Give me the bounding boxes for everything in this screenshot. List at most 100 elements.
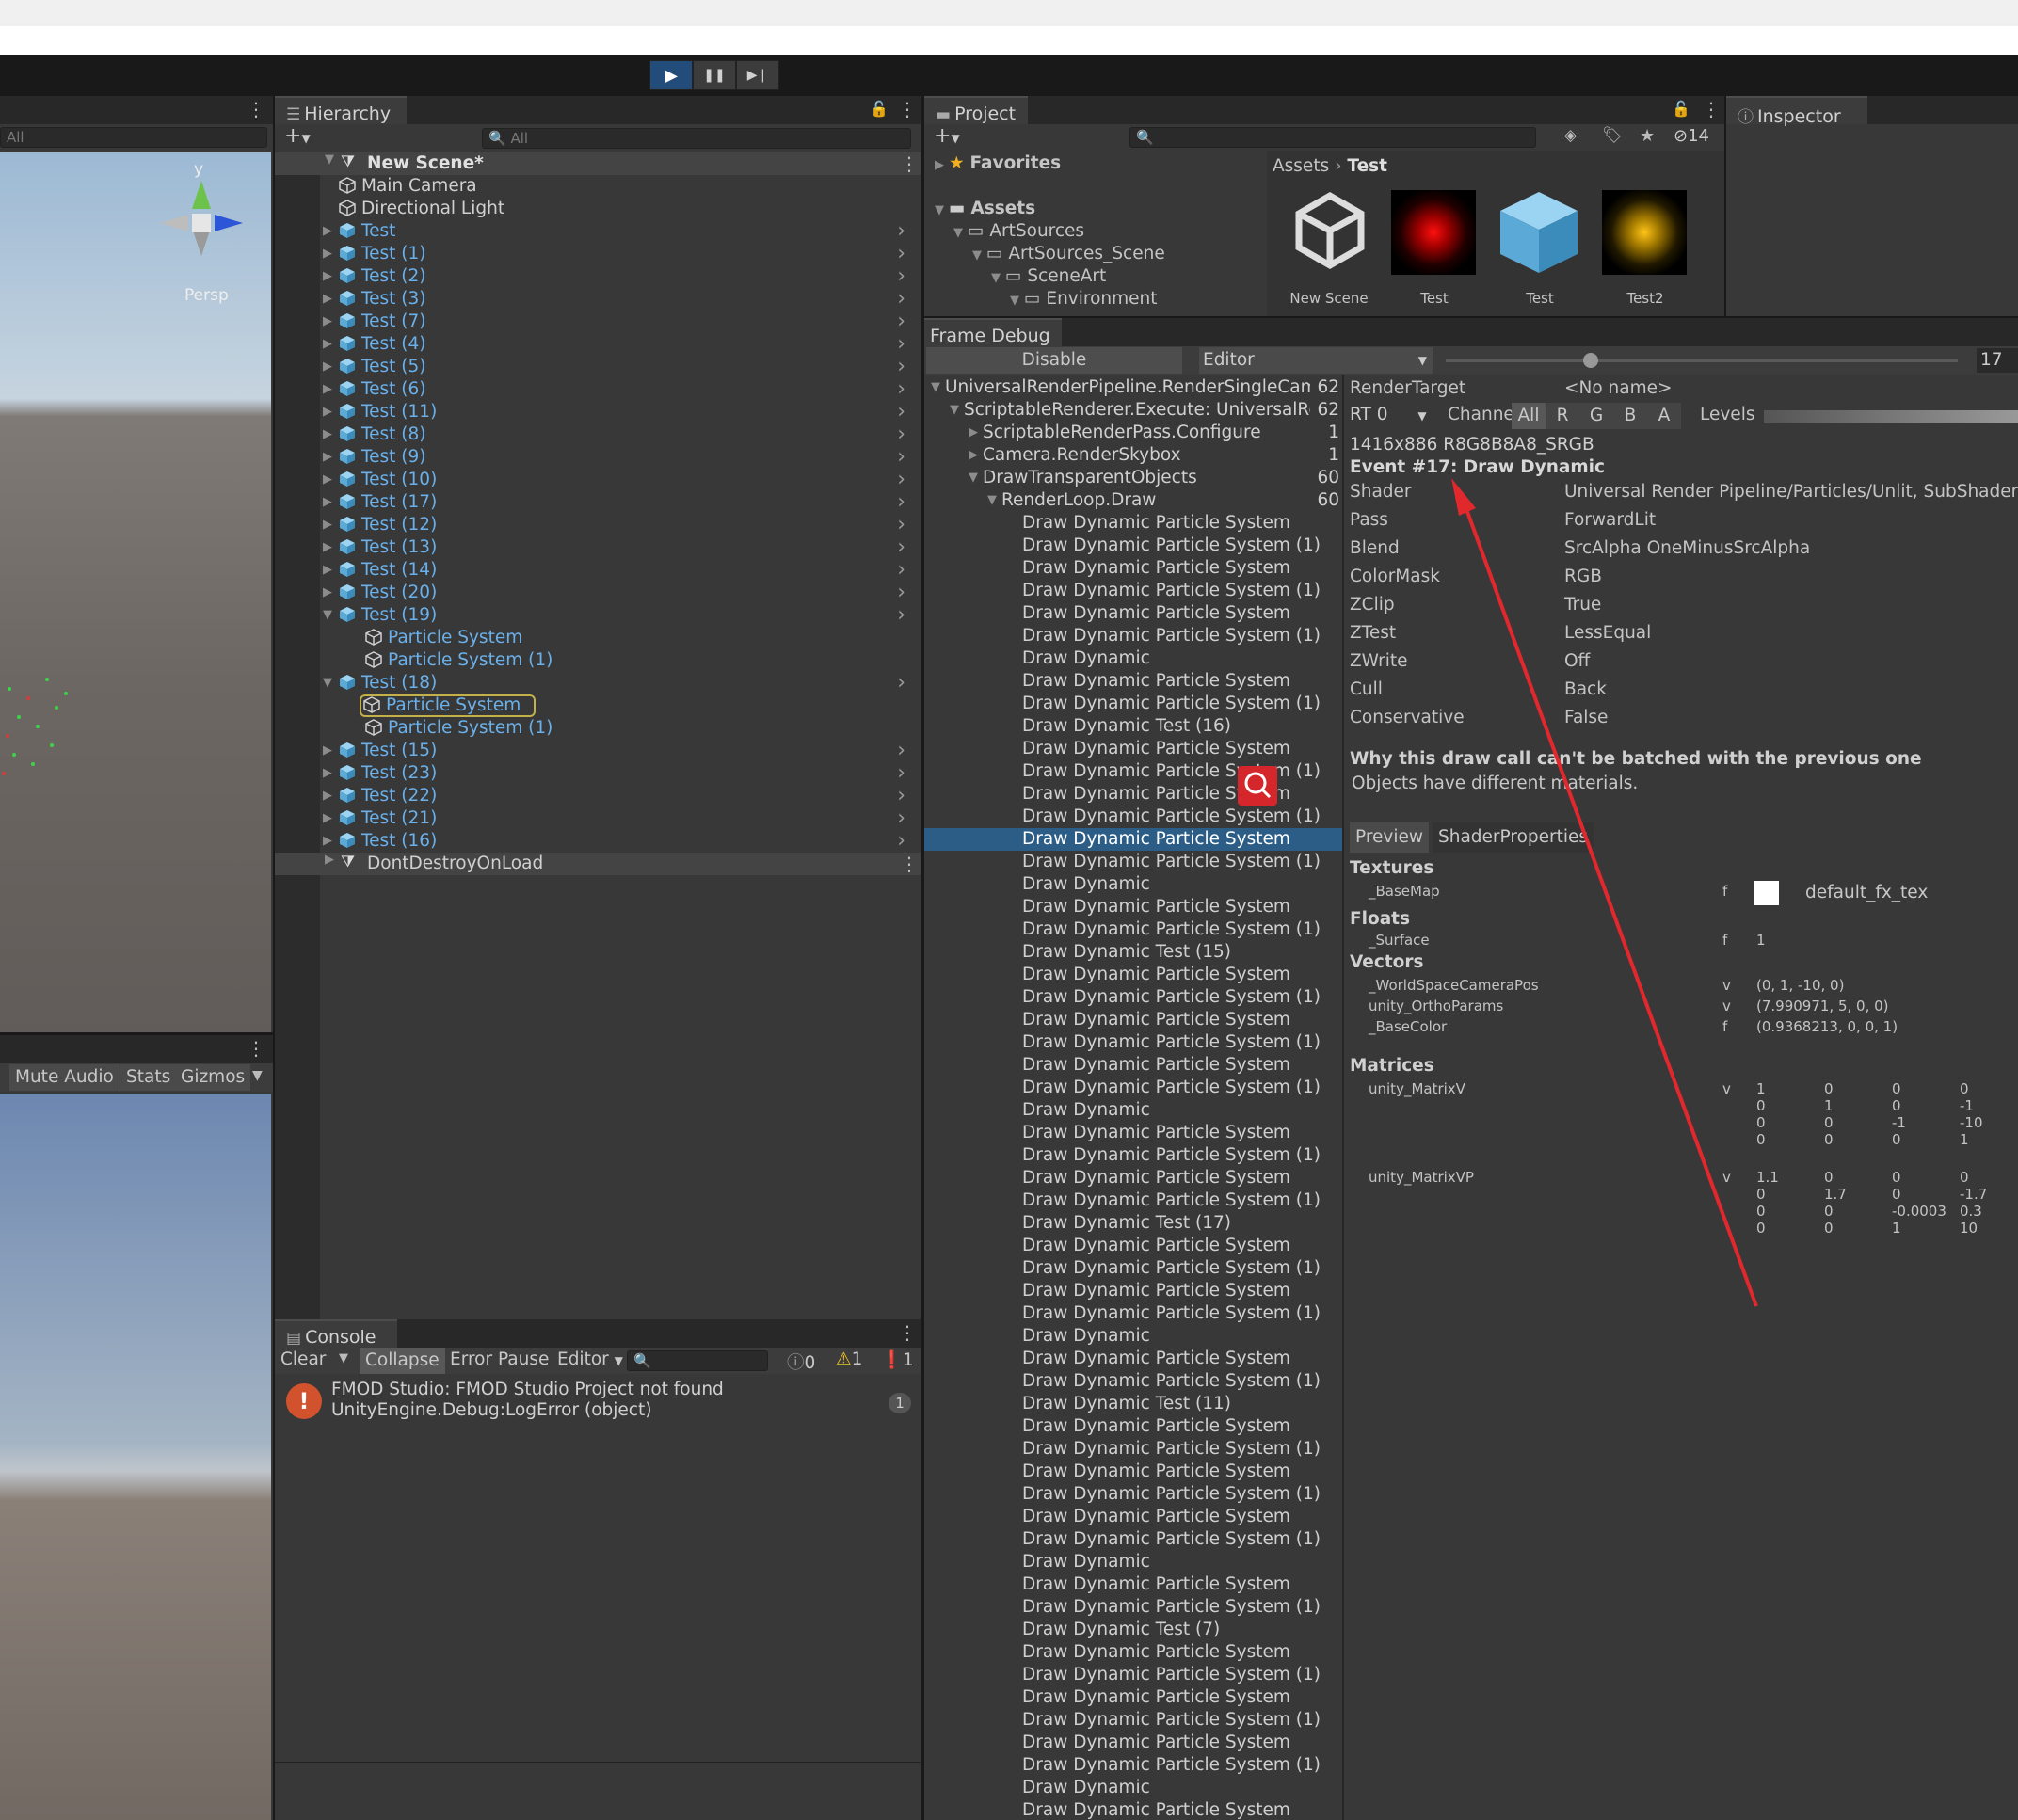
search-by-type-icon[interactable]: ◈ (1564, 126, 1577, 145)
draw-call-item[interactable]: Draw Dynamic Particle System (1) (924, 1483, 1342, 1506)
draw-call-item[interactable]: Draw Dynamic Particle System (924, 1506, 1342, 1528)
open-prefab-chevron-icon[interactable]: › (897, 514, 905, 536)
expand-arrow-icon[interactable]: ▶ (318, 401, 337, 423)
expand-arrow-icon[interactable]: ▼ (926, 376, 945, 399)
draw-call-item[interactable]: Draw Dynamic Particle System (1) (924, 1528, 1342, 1551)
lock-icon[interactable]: 🔓 (870, 100, 889, 118)
editor-dropdown[interactable]: Editor ▼ (557, 1349, 623, 1369)
draw-call-item[interactable]: Draw Dynamic Particle System (1) (924, 535, 1342, 557)
draw-call-item[interactable]: Draw Dynamic Particle System (924, 1054, 1342, 1077)
expand-arrow-icon[interactable]: ▶ (964, 444, 983, 467)
dont-destroy-expand-arrow[interactable]: ▶ (320, 853, 339, 867)
hierarchy-item[interactable]: ▶ Test (11) › (275, 401, 915, 423)
frame-event-group[interactable]: ▶ Camera.RenderSkybox 1 (924, 444, 1342, 467)
disable-button[interactable]: Disable (926, 347, 1182, 374)
frame-event-group[interactable]: ▼ ScriptableRenderer.Execute: UniversalRe… (924, 399, 1342, 422)
scene-viewport[interactable]: y Persp (0, 152, 271, 1032)
draw-call-item[interactable]: Draw Dynamic Particle System (924, 557, 1342, 580)
expand-arrow-icon[interactable]: ▶ (318, 333, 337, 356)
breadcrumb-test[interactable]: Test (1347, 156, 1387, 176)
tab-inspector[interactable]: ⓘ Inspector (1726, 96, 1867, 127)
favorites-row[interactable]: ▶ ★ Favorites (930, 152, 1061, 175)
hierarchy-scene-row[interactable]: ▼ ⧩ New Scene* ⋮ (275, 152, 921, 175)
open-prefab-chevron-icon[interactable]: › (897, 333, 905, 356)
hierarchy-item[interactable]: Particle System (275, 694, 915, 717)
open-prefab-chevron-icon[interactable]: › (897, 446, 905, 469)
frame-event-group[interactable]: ▼ DrawTransparentObjects 60 (924, 467, 1342, 489)
draw-call-item[interactable]: Draw Dynamic (924, 873, 1342, 896)
draw-call-item[interactable]: Draw Dynamic Particle System (924, 1799, 1342, 1820)
draw-call-item[interactable]: Draw Dynamic Particle System (924, 964, 1342, 986)
open-prefab-chevron-icon[interactable]: › (897, 785, 905, 807)
expand-arrow-icon[interactable]: ▶ (318, 243, 337, 265)
favorite-star-icon[interactable]: ★ (1640, 126, 1655, 146)
draw-call-item[interactable]: Draw Dynamic Particle System (1) (924, 625, 1342, 647)
expand-arrow-icon[interactable]: ▶ (318, 469, 337, 491)
tree-folder-environment[interactable]: ▼ ▭ Environment (1005, 288, 1158, 311)
draw-call-item[interactable]: Draw Dynamic Particle System (1) (924, 760, 1342, 783)
project-search-input[interactable]: 🔍 (1129, 127, 1536, 148)
hierarchy-item[interactable]: ▶ Test (20) › (275, 582, 915, 604)
breadcrumb-assets[interactable]: Assets (1273, 156, 1329, 176)
hierarchy-item[interactable]: ▼ Test (19) › (275, 604, 915, 627)
expand-arrow-icon[interactable]: ▶ (318, 356, 337, 378)
clear-button[interactable]: Clear (280, 1349, 326, 1369)
open-prefab-chevron-icon[interactable]: › (897, 265, 905, 288)
gizmos-dropdown-icon[interactable]: ▼ (252, 1068, 263, 1083)
open-prefab-chevron-icon[interactable]: › (897, 582, 905, 604)
persp-label[interactable]: Persp (184, 286, 229, 305)
expand-arrow-icon[interactable]: ▶ (318, 446, 337, 469)
assets-row[interactable]: ▼ ▬ Assets (930, 198, 1035, 220)
draw-call-item[interactable]: Draw Dynamic Particle System (924, 1415, 1342, 1438)
collapse-button[interactable]: Collapse (360, 1348, 445, 1374)
draw-call-item[interactable]: Draw Dynamic Particle System (1) (924, 1302, 1342, 1325)
hierarchy-item[interactable]: ▶ Test (13) › (275, 536, 915, 559)
asset-item-test2-material[interactable]: Test2 (1594, 188, 1689, 312)
expand-arrow-icon[interactable]: ▼ (318, 672, 337, 694)
draw-call-item[interactable]: Draw Dynamic Particle System (1) (924, 693, 1342, 715)
draw-call-item[interactable]: Draw Dynamic Test (16) (924, 715, 1342, 738)
frame-event-group[interactable]: ▼ RenderLoop.Draw 60 (924, 489, 1342, 512)
expand-arrow-icon[interactable]: ▶ (318, 559, 337, 582)
hierarchy-item[interactable]: ▶ Test › (275, 220, 915, 243)
expand-arrow-icon[interactable]: ▶ (318, 582, 337, 604)
channel-all-button[interactable]: All (1512, 403, 1546, 429)
scene-search-input[interactable]: All (0, 127, 267, 148)
scene-row-menu-icon[interactable]: ⋮ (900, 152, 919, 175)
dont-destroy-menu-icon[interactable]: ⋮ (900, 853, 919, 875)
event-slider[interactable] (1446, 359, 1958, 362)
hierarchy-item[interactable]: Main Camera (275, 175, 915, 198)
tab-preview[interactable]: Preview (1350, 822, 1430, 853)
info-filter-button[interactable]: ⓘ0 (787, 1349, 815, 1374)
play-button[interactable]: ▶ (649, 60, 693, 90)
open-prefab-chevron-icon[interactable]: › (897, 762, 905, 785)
draw-call-item[interactable]: Draw Dynamic Particle System (924, 783, 1342, 806)
draw-call-item[interactable]: Draw Dynamic Particle System (924, 1235, 1342, 1257)
open-prefab-chevron-icon[interactable]: › (897, 807, 905, 830)
hierarchy-item[interactable]: ▶ Test (3) › (275, 288, 915, 311)
draw-call-item[interactable]: Draw Dynamic Particle System (1) (924, 1144, 1342, 1167)
open-prefab-chevron-icon[interactable]: › (897, 536, 905, 559)
open-prefab-chevron-icon[interactable]: › (897, 378, 905, 401)
draw-call-item[interactable]: Draw Dynamic Particle System (1) (924, 1031, 1342, 1054)
draw-call-item[interactable]: Draw Dynamic Particle System (924, 828, 1342, 851)
search-by-label-icon[interactable]: 🏷 (1602, 126, 1623, 145)
console-search-input[interactable]: 🔍 (627, 1350, 768, 1371)
open-prefab-chevron-icon[interactable]: › (897, 559, 905, 582)
asset-item-test-prefab[interactable]: Test (1489, 188, 1583, 312)
draw-call-item[interactable]: Draw Dynamic Particle System (1) (924, 1709, 1342, 1732)
mute-audio-button[interactable]: Mute Audio (9, 1064, 120, 1091)
hidden-packages-button[interactable]: ⊘14 (1674, 126, 1709, 146)
draw-call-item[interactable]: Draw Dynamic Particle System (1) (924, 1257, 1342, 1280)
draw-call-item[interactable]: Draw Dynamic Particle System (1) (924, 1189, 1342, 1212)
draw-call-item[interactable]: Draw Dynamic Test (7) (924, 1619, 1342, 1641)
expand-arrow-icon[interactable]: ▶ (318, 220, 337, 243)
draw-call-item[interactable]: Draw Dynamic Particle System (1) (924, 1754, 1342, 1777)
gizmos-button[interactable]: Gizmos (175, 1064, 251, 1091)
open-prefab-chevron-icon[interactable]: › (897, 401, 905, 423)
tab-frame-debug[interactable]: Frame Debug (924, 318, 1062, 346)
expand-arrow-icon[interactable]: ▶ (964, 422, 983, 444)
expand-arrow-icon[interactable]: ▶ (318, 830, 337, 853)
asset-item-new-scene[interactable]: New Scene (1278, 188, 1372, 312)
expand-arrow-icon[interactable]: ▼ (964, 467, 983, 489)
